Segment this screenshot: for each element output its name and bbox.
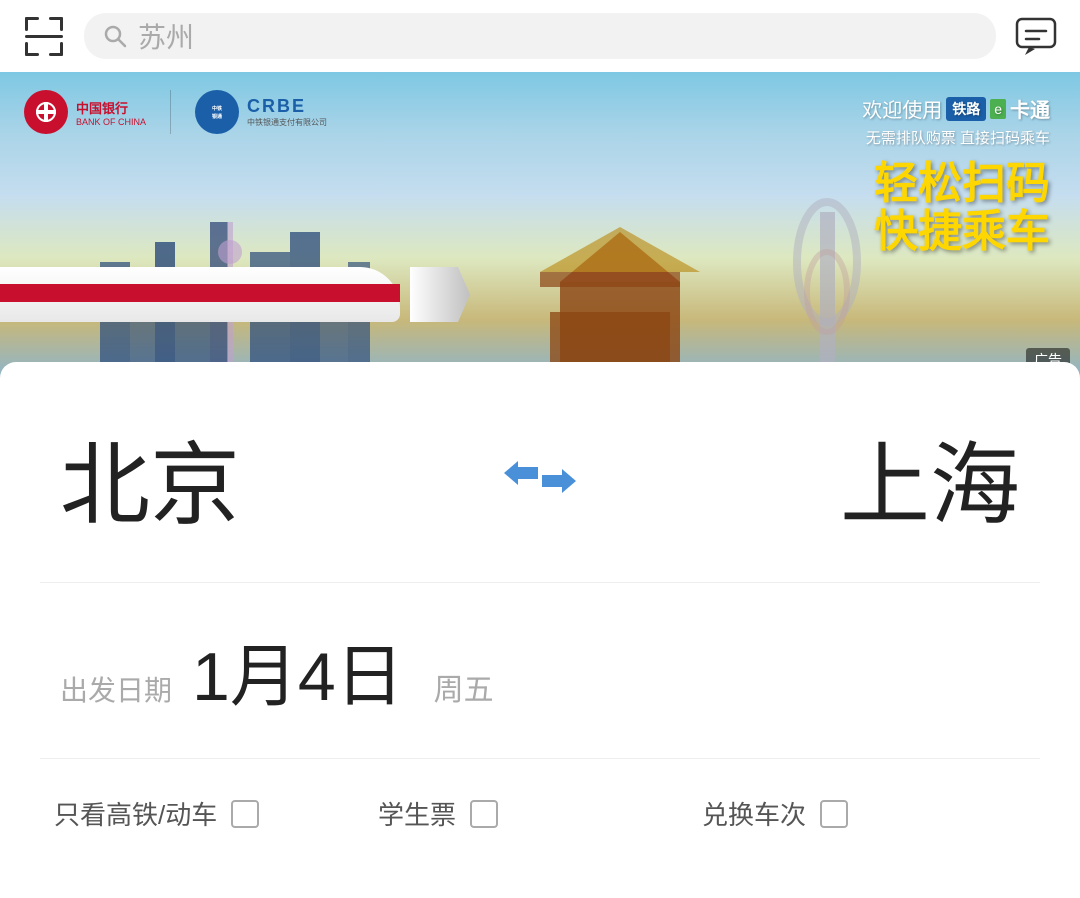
slogan-line2: 快捷乘车 [862,208,1050,256]
search-icon [102,23,128,49]
tie-lu-badge: 铁路 [946,97,986,121]
high-speed-filter[interactable]: 只看高铁/动车 [54,795,378,832]
slogan-line1: 轻松扫码 [862,160,1050,208]
date-weekday: 周五 [434,665,494,709]
banner: 中国银行 BANK OF CHINA 中铁 银通 CRBE 中铁银通支付有限公司 [0,72,1080,382]
big-slogan: 轻松扫码 快捷乘车 [862,160,1050,257]
exchange-label: 兑换车次 [702,795,806,832]
bank-of-china-logo: 中国银行 BANK OF CHINA [24,90,146,134]
ka-tong-text: 卡通 [1010,94,1050,123]
scan-button[interactable] [18,10,70,62]
chat-button[interactable] [1010,10,1062,62]
crbe-logo: 中铁 银通 CRBE 中铁银通支付有限公司 [195,90,327,134]
swap-cities-button[interactable] [500,447,580,507]
svg-text:中铁: 中铁 [212,105,223,112]
e-badge: e [990,99,1006,119]
departure-city[interactable]: 北京 [60,412,240,542]
exchange-checkbox[interactable] [820,800,848,828]
student-ticket-filter[interactable]: 学生票 [378,795,702,832]
date-label: 出发日期 [60,669,172,709]
sponsor-logos: 中国银行 BANK OF CHINA 中铁 银通 CRBE 中铁银通支付有限公司 [24,90,327,134]
top-bar: 苏州 [0,0,1080,72]
search-bar[interactable]: 苏州 [84,13,996,59]
exchange-filter[interactable]: 兑换车次 [702,795,1026,832]
train-illustration [0,252,440,342]
route-row: 北京 上海 [0,362,1080,582]
chat-icon [1013,13,1059,59]
filter-row: 只看高铁/动车 学生票 兑换车次 [0,759,1080,868]
svg-text:银通: 银通 [211,113,222,120]
banner-right-content: 欢迎使用 铁路 e 卡通 无需排队购票 直接扫码乘车 轻松扫码 快捷乘车 [862,94,1050,257]
high-speed-checkbox[interactable] [231,800,259,828]
date-value: 1月4日日 [192,621,404,720]
student-ticket-label: 学生票 [378,795,456,832]
student-ticket-checkbox[interactable] [470,800,498,828]
welcome-text: 欢迎使用 [862,94,942,123]
booking-card: 北京 上海 出发日期 1月4日日 周五 只看高铁/动车 学生票 [0,362,1080,898]
arrival-city[interactable]: 上海 [840,412,1020,542]
high-speed-label: 只看高铁/动车 [54,795,217,832]
no-queue-text: 无需排队购票 直接扫码乘车 [862,127,1050,148]
search-input-placeholder[interactable]: 苏州 [138,16,194,56]
date-row[interactable]: 出发日期 1月4日日 周五 [0,583,1080,758]
